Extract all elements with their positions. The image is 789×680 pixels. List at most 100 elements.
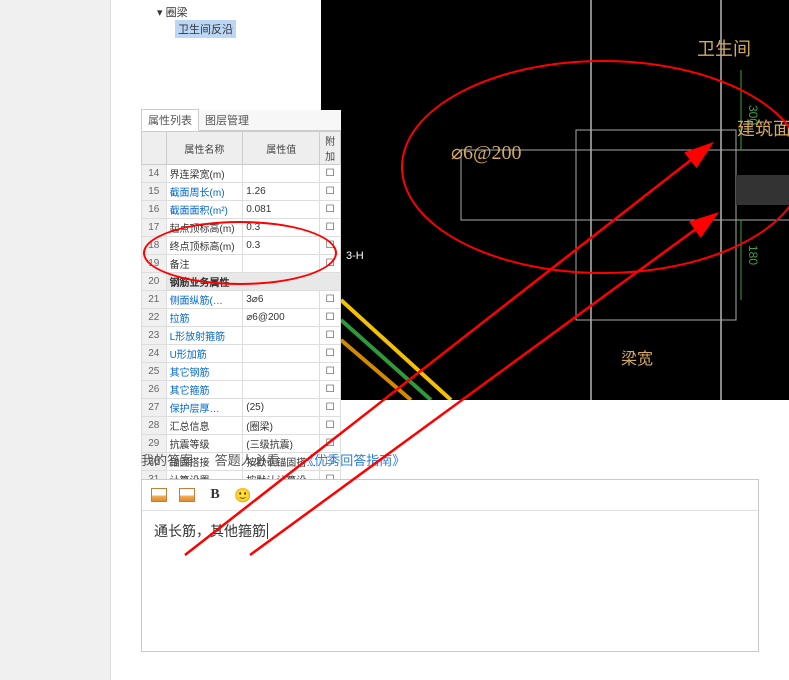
row-number: 26 (142, 381, 167, 399)
tab-my-answer[interactable]: 我的答案 (141, 453, 193, 468)
prop-name: 其它箍筋 (166, 381, 243, 399)
prop-append-checkbox[interactable]: ☐ (320, 381, 341, 399)
cad-dim-300: 300 (746, 105, 760, 125)
editor-textarea[interactable]: 通长筋，其他箍筋 (142, 511, 758, 651)
cad-axis-label: 3-H (346, 250, 364, 262)
image-icon (151, 488, 167, 502)
table-row[interactable]: 22拉筋⌀6@200☐ (142, 309, 341, 327)
prop-value[interactable]: 0.3 (243, 219, 320, 237)
prop-name: 侧面纵筋(… (166, 291, 243, 309)
prop-value[interactable]: 1.26 (243, 183, 320, 201)
table-row[interactable]: 16截面面积(m²)0.081☐ (142, 201, 341, 219)
prop-name: 汇总信息 (166, 417, 243, 435)
answer-section: 我的答案 答题人必看 《优秀回答指南》 B 🙂 通长筋，其他箍筋 (141, 450, 759, 652)
table-row[interactable]: 15截面周长(m)1.26☐ (142, 183, 341, 201)
prop-name: 截面面积(m²) (166, 201, 243, 219)
prop-value[interactable] (243, 165, 320, 183)
row-number: 23 (142, 327, 167, 345)
table-row[interactable]: 14界连梁宽(m) ☐ (142, 165, 341, 183)
prop-value[interactable]: ⌀6@200 (243, 309, 320, 327)
row-number: 17 (142, 219, 167, 237)
prop-name: 终点顶标高(m) (166, 237, 243, 255)
prop-append-checkbox[interactable]: ☐ (320, 417, 341, 435)
prop-append-checkbox[interactable]: ☐ (320, 183, 341, 201)
cad-beamwidth-label: 梁宽 (621, 345, 653, 369)
table-row[interactable]: 23L形放射箍筋 ☐ (142, 327, 341, 345)
tree-parent-label: 圈梁 (166, 7, 188, 19)
row-number: 27 (142, 399, 167, 417)
row-number: 14 (142, 165, 167, 183)
prop-value[interactable]: 0.3 (243, 237, 320, 255)
guide-link[interactable]: 《优秀回答指南》 (301, 453, 405, 468)
table-row[interactable]: 24U形加筋 ☐ (142, 345, 341, 363)
prop-value[interactable] (243, 381, 320, 399)
prop-append-checkbox[interactable]: ☐ (320, 309, 341, 327)
row-number: 28 (142, 417, 167, 435)
table-row[interactable]: 21侧面纵筋(…3⌀6☐ (142, 291, 341, 309)
emoji-button[interactable]: 🙂 (234, 486, 252, 504)
editor-text: 通长筋，其他箍筋 (154, 523, 268, 539)
property-panel: 属性列表 图层管理 属性名称 属性值 附加 14界连梁宽(m)☐15截面周长(m… (141, 110, 341, 400)
prop-append-checkbox[interactable]: ☐ (320, 399, 341, 417)
tree-node-parent[interactable]: ▾ 圈梁 (147, 4, 315, 20)
row-number: 24 (142, 345, 167, 363)
col-append: 附加 (320, 132, 341, 165)
cad-room-label: 卫生间 (697, 35, 751, 61)
table-row[interactable]: 17起点顶标高(m)0.3☐ (142, 219, 341, 237)
cad-area-label: 建筑面 (737, 115, 789, 141)
prop-name: 保护层厚… (166, 399, 243, 417)
tab-layers[interactable]: 图层管理 (199, 110, 255, 130)
prop-value[interactable]: 3⌀6 (243, 291, 320, 309)
prop-append-checkbox[interactable]: ☐ (320, 291, 341, 309)
prop-append-checkbox[interactable]: ☐ (320, 255, 341, 273)
row-number: 25 (142, 363, 167, 381)
prop-value[interactable] (243, 255, 320, 273)
prop-name: L形放射箍筋 (166, 327, 243, 345)
prop-name: 其它钢筋 (166, 363, 243, 381)
table-row[interactable]: 20钢筋业务属性 (142, 273, 341, 291)
prop-name: 备注 (166, 255, 243, 273)
col-value: 属性值 (243, 132, 320, 165)
prop-append-checkbox[interactable]: ☐ (320, 237, 341, 255)
tab-properties[interactable]: 属性列表 (141, 109, 199, 131)
editor-toolbar: B 🙂 (142, 480, 758, 511)
table-row[interactable]: 26其它箍筋 ☐ (142, 381, 341, 399)
insert-image-button-2[interactable] (178, 486, 196, 504)
prop-value[interactable] (243, 363, 320, 381)
answer-editor: B 🙂 通长筋，其他箍筋 (141, 479, 759, 652)
prop-value[interactable]: (圈梁) (243, 417, 320, 435)
prop-value[interactable]: (25) (243, 399, 320, 417)
prop-append-checkbox[interactable]: ☐ (320, 327, 341, 345)
cad-viewport: 卫生间 建筑面 ⌀6@200 300 180 梁宽 3-H (341, 0, 789, 400)
table-row[interactable]: 25其它钢筋 ☐ (142, 363, 341, 381)
prop-value[interactable] (243, 345, 320, 363)
prop-value[interactable]: 0.081 (243, 201, 320, 219)
prop-value[interactable] (243, 327, 320, 345)
table-row[interactable]: 27保护层厚…(25)☐ (142, 399, 341, 417)
table-row[interactable]: 19备注 ☐ (142, 255, 341, 273)
row-number: 16 (142, 201, 167, 219)
prop-append-checkbox[interactable]: ☐ (320, 363, 341, 381)
prop-append-checkbox[interactable]: ☐ (320, 165, 341, 183)
embedded-screenshot: ▾ 圈梁 卫生间反沿 属性列表 图层管理 属性名称 属 (141, 0, 789, 400)
prop-append-checkbox[interactable]: ☐ (320, 345, 341, 363)
image-icon (179, 488, 195, 502)
table-row[interactable]: 18终点顶标高(m)0.3☐ (142, 237, 341, 255)
prop-append-checkbox[interactable]: ☐ (320, 219, 341, 237)
row-number: 20 (142, 273, 167, 291)
cad-dim-180: 180 (746, 245, 760, 265)
prop-name: 截面周长(m) (166, 183, 243, 201)
prop-name: 钢筋业务属性 (166, 273, 340, 291)
bold-button[interactable]: B (206, 486, 224, 504)
prop-name: 起点顶标高(m) (166, 219, 243, 237)
prop-append-checkbox[interactable]: ☐ (320, 201, 341, 219)
col-name: 属性名称 (166, 132, 243, 165)
prop-name: U形加筋 (166, 345, 243, 363)
table-row[interactable]: 28汇总信息(圈梁)☐ (142, 417, 341, 435)
tree-node-selected[interactable]: 卫生间反沿 (175, 20, 236, 38)
tab-must-read: 答题人必看 (215, 453, 280, 468)
row-number: 15 (142, 183, 167, 201)
insert-image-button[interactable] (150, 486, 168, 504)
prop-name: 界连梁宽(m) (166, 165, 243, 183)
row-number: 19 (142, 255, 167, 273)
